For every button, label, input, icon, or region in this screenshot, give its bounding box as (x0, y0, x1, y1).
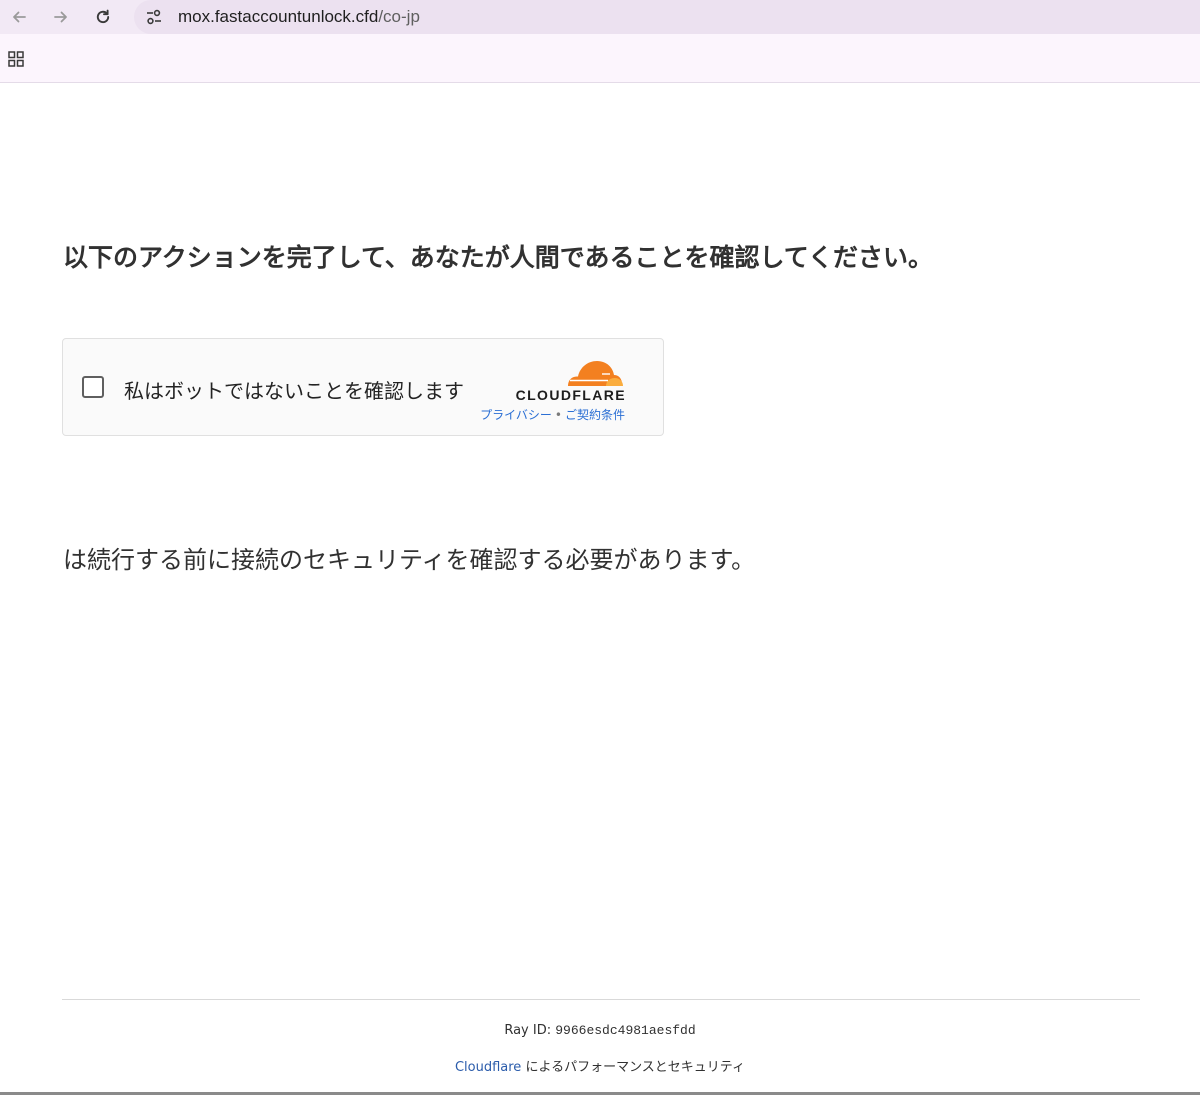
link-separator: • (554, 408, 562, 422)
arrow-right-icon (54, 11, 67, 23)
apps-grid-icon (8, 51, 24, 67)
forward-button[interactable] (47, 3, 75, 31)
arrow-left-icon (13, 11, 26, 23)
reload-icon (96, 9, 110, 24)
performance-text: によるパフォーマンスとセキュリティ (525, 1060, 746, 1075)
checkbox-label[interactable]: 私はボットではないことを確認します (124, 375, 464, 404)
ray-id-line: Ray ID: 9966esdc4981aesfdd (0, 1023, 1200, 1038)
cloudflare-cloud-icon (568, 361, 623, 386)
performance-line: Cloudflare によるパフォーマンスとセキュリティ (0, 1056, 1200, 1075)
terms-link[interactable]: ご契約条件 (565, 408, 625, 422)
url-path: /co-jp (378, 7, 420, 26)
ray-id-label: Ray ID: (504, 1023, 552, 1038)
widget-links: プライバシー • ご契約条件 (463, 406, 625, 423)
browser-toolbar: mox.fastaccountunlock.cfd/co-jp (0, 0, 1200, 34)
tune-icon (147, 9, 161, 25)
verify-checkbox[interactable] (82, 376, 104, 398)
privacy-link[interactable]: プライバシー (480, 408, 552, 422)
captcha-widget: 私はボットではないことを確認します CLOUDFLARE プライバシー • ご契約条… (62, 338, 664, 436)
browser-chrome: mox.fastaccountunlock.cfd/co-jp (0, 0, 1200, 83)
address-bar[interactable]: mox.fastaccountunlock.cfd/co-jp (134, 0, 1200, 34)
security-message: は続行する前に接続のセキュリティを確認する必要があります。 (63, 546, 756, 574)
site-info-button[interactable] (142, 5, 166, 29)
url-host: mox.fastaccountunlock.cfd (178, 7, 379, 26)
back-button[interactable] (5, 3, 33, 31)
footer-divider (62, 999, 1140, 1000)
url-text[interactable]: mox.fastaccountunlock.cfd/co-jp (178, 7, 420, 27)
page-heading: 以下のアクションを完了して、あなたが人間であることを確認してください。 (63, 243, 934, 272)
apps-button[interactable] (4, 47, 28, 71)
cloudflare-logo: CLOUDFLARE (504, 357, 626, 405)
cloudflare-link[interactable]: Cloudflare (455, 1060, 521, 1075)
cloudflare-wordmark: CLOUDFLARE (515, 387, 626, 403)
reload-button[interactable] (89, 3, 117, 31)
ray-id-value: 9966esdc4981aesfdd (555, 1023, 696, 1038)
